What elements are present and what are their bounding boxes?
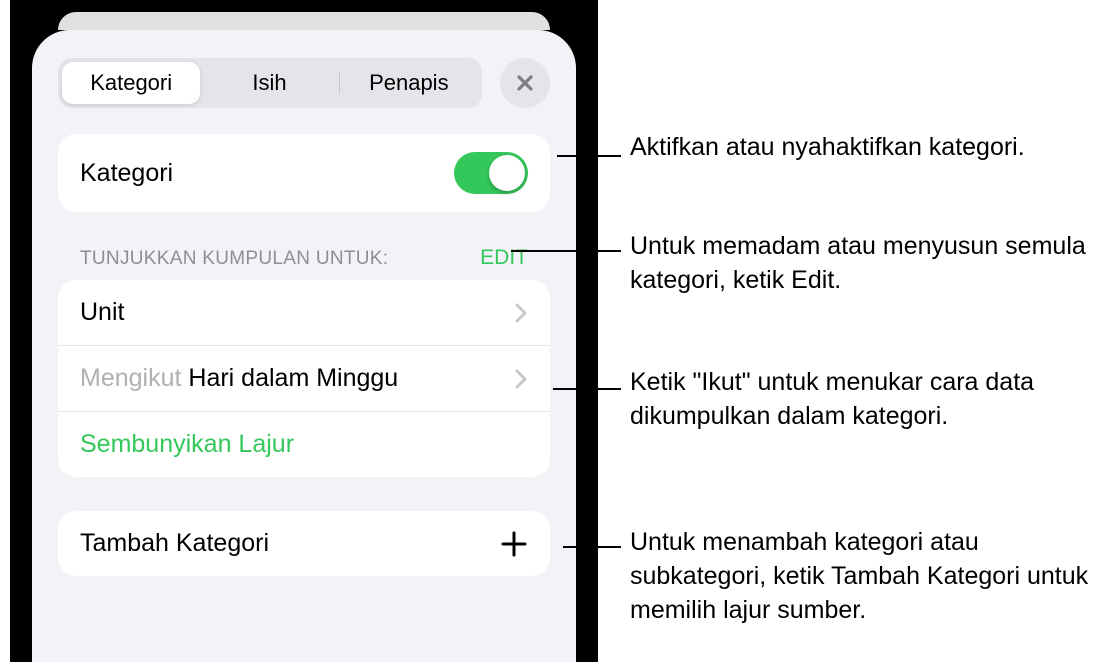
add-category-label: Tambah Kategori	[80, 529, 500, 558]
callout-line-4	[563, 546, 621, 548]
callout-line-2	[511, 250, 621, 252]
panel-chrome: Kategori Isih Penapis Kategori TUNJUKKAN…	[10, 0, 598, 662]
toggle-card: Kategori	[58, 134, 550, 212]
chevron-right-icon	[514, 368, 528, 390]
row-by-day[interactable]: Mengikut Hari dalam Minggu	[58, 345, 550, 411]
spacer	[58, 477, 550, 511]
row-unit[interactable]: Unit	[58, 280, 550, 345]
settings-sheet: Kategori Isih Penapis Kategori TUNJUKKAN…	[32, 30, 576, 662]
chevron-right-icon	[514, 302, 528, 324]
callout-line-3	[553, 388, 621, 390]
section-header-label: TUNJUKKAN KUMPULAN UNTUK:	[80, 248, 388, 270]
plus-icon	[500, 530, 528, 558]
tab-penapis[interactable]: Penapis	[340, 62, 478, 104]
by-value: Hari dalam Minggu	[188, 364, 398, 392]
add-card: Tambah Kategori	[58, 511, 550, 576]
hide-column-label: Sembunyikan Lajur	[80, 430, 528, 459]
categories-toggle[interactable]	[454, 152, 528, 194]
sheet-header: Kategori Isih Penapis	[58, 58, 550, 108]
groups-card: Unit Mengikut Hari dalam Minggu Sembunyi…	[58, 280, 550, 477]
row-unit-label: Unit	[80, 298, 514, 327]
section-header: TUNJUKKAN KUMPULAN UNTUK: EDIT	[58, 212, 550, 280]
callout-2: Untuk memadam atau menyusun semula kateg…	[630, 230, 1090, 298]
toggle-knob	[489, 155, 525, 191]
callout-line-1	[557, 155, 621, 157]
tab-isih[interactable]: Isih	[200, 62, 338, 104]
callout-3: Ketik "Ikut" untuk menukar cara data dik…	[630, 366, 1090, 434]
close-button[interactable]	[500, 58, 550, 108]
sheet-back-edge	[58, 12, 550, 30]
row-by-day-label: Mengikut Hari dalam Minggu	[80, 364, 514, 393]
add-category-row[interactable]: Tambah Kategori	[58, 511, 550, 576]
segmented-control: Kategori Isih Penapis	[58, 58, 482, 108]
toggle-label: Kategori	[80, 159, 454, 188]
row-hide-column[interactable]: Sembunyikan Lajur	[58, 411, 550, 477]
tab-kategori[interactable]: Kategori	[62, 62, 200, 104]
by-prefix: Mengikut	[80, 364, 188, 392]
callout-4: Untuk menambah kategori atau subkategori…	[630, 526, 1090, 627]
close-icon	[515, 73, 535, 93]
toggle-row: Kategori	[58, 134, 550, 212]
callout-1: Aktifkan atau nyahaktifkan kategori.	[630, 131, 1090, 165]
